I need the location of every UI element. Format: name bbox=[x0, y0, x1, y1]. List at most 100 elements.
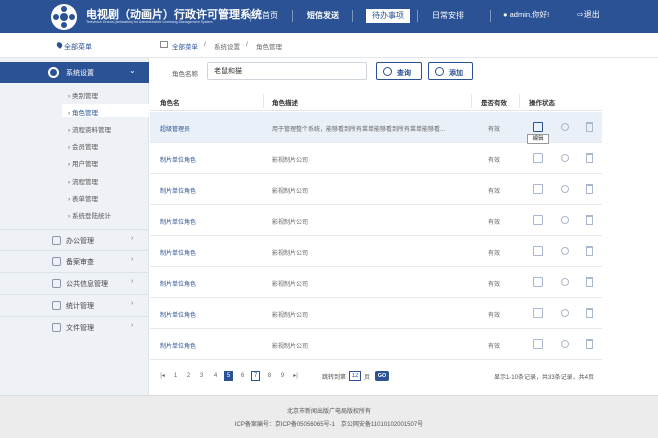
page-link[interactable]: 2 bbox=[184, 371, 193, 381]
first-page-icon[interactable]: |◂ bbox=[158, 371, 167, 381]
page-link[interactable]: 9 bbox=[278, 371, 287, 381]
last-page-icon[interactable]: ▸| bbox=[291, 371, 300, 381]
view-icon[interactable] bbox=[561, 123, 569, 131]
jump-label: 跳转到第 bbox=[322, 375, 347, 381]
nav-divider bbox=[352, 10, 353, 22]
table-row[interactable]: 制片单位角色 影视制片公司 有效 bbox=[150, 205, 602, 236]
delete-icon[interactable] bbox=[586, 215, 593, 225]
table-row[interactable]: 制片单位角色 影视制片公司 有效 bbox=[150, 267, 602, 298]
file-icon bbox=[52, 323, 61, 332]
stats-icon bbox=[52, 301, 61, 310]
location-pin-icon bbox=[55, 41, 64, 49]
table-row[interactable]: 制片单位角色 影视制片公司 有效 bbox=[150, 236, 602, 267]
view-icon[interactable] bbox=[561, 278, 569, 286]
add-button[interactable]: 添加 bbox=[428, 62, 473, 80]
edit-icon[interactable] bbox=[533, 277, 543, 287]
page-link-current[interactable]: 5 bbox=[224, 371, 233, 381]
view-icon[interactable] bbox=[561, 247, 569, 255]
edit-icon[interactable] bbox=[533, 246, 543, 256]
sidebar-sub-login-stats[interactable]: › 系统登陆统计 bbox=[68, 210, 111, 220]
sidebar-sub-role[interactable]: › 角色管理 bbox=[68, 107, 98, 117]
page-link[interactable]: 7 bbox=[251, 371, 260, 381]
delete-icon[interactable] bbox=[586, 308, 593, 318]
view-icon[interactable] bbox=[561, 340, 569, 348]
pagination-info: 显示1-10条记录，共33条记录，共4页 bbox=[493, 375, 594, 381]
view-icon[interactable] bbox=[561, 154, 569, 162]
sidebar-group-public-info[interactable]: 公共信息管理 › bbox=[0, 272, 149, 292]
page-link[interactable]: 1 bbox=[171, 371, 180, 381]
table-row[interactable]: 制片单位角色 影视制片公司 有效 bbox=[150, 298, 602, 329]
breadcrumb-separator: / bbox=[246, 41, 248, 48]
sidebar-group-stats[interactable]: 统计管理 › bbox=[0, 294, 149, 314]
delete-icon[interactable] bbox=[586, 246, 593, 256]
delete-icon[interactable] bbox=[586, 122, 593, 132]
sidebar-group-filing[interactable]: 备案审查 › bbox=[0, 250, 149, 270]
sidebar-sub-process-data[interactable]: › 流程资料管理 bbox=[68, 124, 111, 134]
user-greeting: ● admin,你好! bbox=[503, 10, 550, 19]
edit-icon[interactable] bbox=[533, 339, 543, 349]
sidebar-group-office[interactable]: 办公管理 › bbox=[0, 229, 149, 249]
edit-icon[interactable] bbox=[533, 184, 543, 194]
sidebar-sub-category[interactable]: › 类别管理 bbox=[68, 90, 98, 100]
breadcrumb-section[interactable]: 系统设置 bbox=[214, 41, 240, 51]
top-header: 电视剧（动画片）行政许可管理系统 Television Drama (Anima… bbox=[0, 0, 658, 33]
sidebar-sub-form[interactable]: › 表单管理 bbox=[68, 193, 98, 203]
view-icon[interactable] bbox=[561, 185, 569, 193]
nav-schedule[interactable]: 日常安排 bbox=[432, 9, 464, 23]
jump-suffix: 页 bbox=[364, 375, 371, 381]
view-icon[interactable] bbox=[561, 216, 569, 224]
chevron-right-icon: › bbox=[131, 256, 134, 263]
page-link[interactable]: 3 bbox=[197, 371, 206, 381]
breadcrumb-separator: / bbox=[204, 41, 206, 48]
home-icon bbox=[160, 41, 168, 48]
footer: 北京市新闻出版广电局版权所有 ICP备案编号：京ICP备05056065号-1 … bbox=[0, 395, 658, 438]
breadcrumb: 全部菜单 / 系统设置 / 角色管理 bbox=[150, 33, 658, 58]
table-row[interactable]: 制片单位角色 影视制片公司 有效 bbox=[150, 329, 602, 360]
nav-sms[interactable]: 短信发送 bbox=[307, 9, 339, 23]
film-reel-logo-icon bbox=[51, 4, 77, 30]
go-button[interactable]: GO bbox=[375, 371, 389, 381]
jump-page-input[interactable] bbox=[349, 371, 361, 381]
col-role-desc: 角色描述 bbox=[272, 100, 298, 107]
sidebar-group-files[interactable]: 文件管理 › bbox=[0, 316, 149, 336]
delete-icon[interactable] bbox=[586, 184, 593, 194]
chevron-down-icon: ⌄ bbox=[129, 66, 136, 75]
query-button[interactable]: 查询 bbox=[376, 62, 422, 80]
col-role-name: 角色名 bbox=[160, 100, 180, 107]
edit-icon[interactable] bbox=[533, 122, 543, 132]
page-link[interactable]: 6 bbox=[238, 371, 247, 381]
app-subtitle: Television Drama (Animation) for Adminis… bbox=[86, 20, 213, 24]
page-link[interactable]: 4 bbox=[211, 371, 220, 381]
view-icon[interactable] bbox=[561, 309, 569, 317]
nav-todo[interactable]: 待办事项 bbox=[366, 9, 410, 23]
delete-icon[interactable] bbox=[586, 339, 593, 349]
sidebar-sub-member[interactable]: › 会员管理 bbox=[68, 141, 98, 151]
delete-icon[interactable] bbox=[586, 153, 593, 163]
sidebar-all-menu[interactable]: 全部菜单 bbox=[0, 33, 149, 58]
col-actions: 操作状态 bbox=[529, 100, 555, 107]
nav-divider bbox=[292, 10, 293, 22]
nav-divider bbox=[250, 10, 251, 22]
chevron-right-icon: › bbox=[131, 235, 134, 242]
sidebar-group-system-settings[interactable]: 系统设置 ⌄ bbox=[0, 62, 149, 83]
sidebar-sub-user[interactable]: › 用户管理 bbox=[68, 158, 98, 168]
edit-icon[interactable] bbox=[533, 215, 543, 225]
logout-button[interactable]: ⇨退出 bbox=[577, 9, 600, 20]
footer-icp: ICP备案编号：京ICP备05056065号-1 京公网安备1101010200… bbox=[234, 422, 424, 428]
table-row[interactable]: 制片单位角色 影视制片公司 有效 bbox=[150, 143, 602, 174]
plus-icon bbox=[435, 67, 444, 76]
sidebar-all-menu-label: 全部菜单 bbox=[64, 44, 92, 51]
breadcrumb-root[interactable]: 全部菜单 bbox=[172, 41, 198, 51]
nav-home[interactable]: 首页 bbox=[262, 9, 278, 23]
page-link[interactable]: 8 bbox=[265, 371, 274, 381]
table-row[interactable]: 制片单位角色 影视制片公司 有效 bbox=[150, 174, 602, 205]
sidebar-sub-process[interactable]: › 流程管理 bbox=[68, 176, 98, 186]
delete-icon[interactable] bbox=[586, 277, 593, 287]
edit-icon[interactable] bbox=[533, 308, 543, 318]
role-name-input[interactable] bbox=[207, 62, 367, 80]
chevron-right-icon: › bbox=[131, 278, 134, 285]
edit-icon[interactable] bbox=[533, 153, 543, 163]
pagination: |◂ 1 2 3 4 5 6 7 8 9 ▸| 跳转到第 页 GO 显示1-10… bbox=[150, 366, 602, 386]
chevron-right-icon: › bbox=[131, 322, 134, 329]
role-name-label: 角色名称 bbox=[172, 71, 198, 78]
